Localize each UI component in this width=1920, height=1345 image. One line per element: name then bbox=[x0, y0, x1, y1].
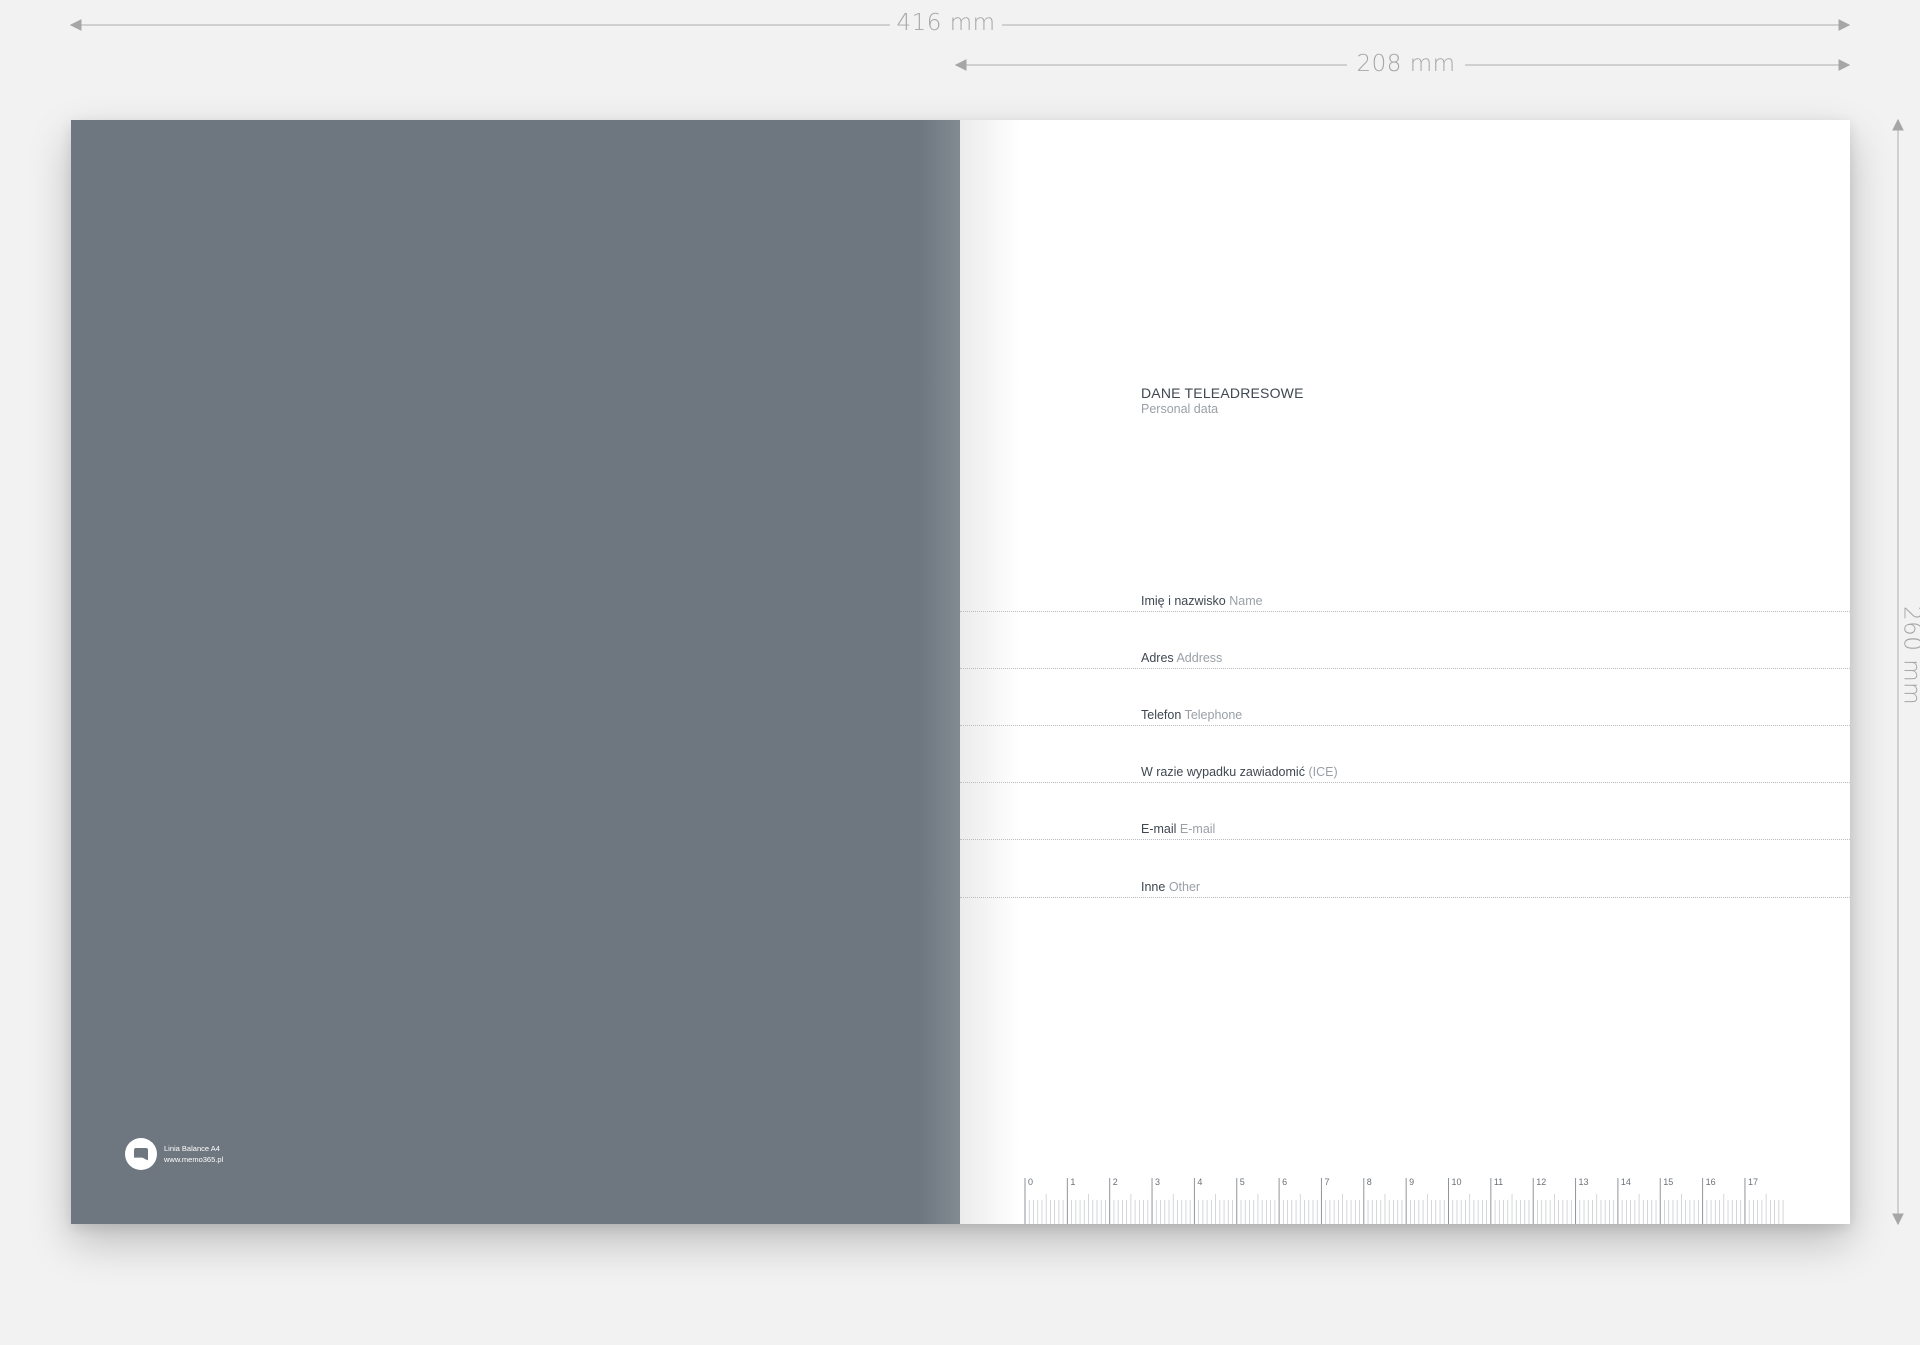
ruler-label: 12 bbox=[1536, 1177, 1546, 1187]
field-label-en: (ICE) bbox=[1308, 765, 1338, 779]
field-label: Inne Other bbox=[1141, 880, 1200, 894]
brand-line-name: Linia Balance A4 bbox=[164, 1144, 220, 1153]
brand-text: Linia Balance A4 www.memo365.pl bbox=[164, 1143, 223, 1165]
field-other[interactable]: Inne Other bbox=[960, 867, 1850, 898]
field-label-en: Other bbox=[1168, 880, 1201, 894]
field-label-pl: W razie wypadku zawiadomić bbox=[1141, 765, 1305, 779]
field-address[interactable]: Adres Address bbox=[960, 638, 1850, 669]
ruler-label: 3 bbox=[1155, 1177, 1160, 1187]
page-height-label: 260 mm bbox=[1899, 582, 1920, 729]
brand-block: Linia Balance A4 www.memo365.pl bbox=[125, 1138, 223, 1170]
brand-logo-icon bbox=[125, 1138, 157, 1170]
ruler-label: 7 bbox=[1324, 1177, 1329, 1187]
ruler: 0 1 2 3 4 5 6 7 8 9 10 11 12 13 14 15 16 17 bbox=[1024, 1177, 1784, 1224]
field-label-pl: Inne bbox=[1141, 880, 1166, 894]
ruler-label: 2 bbox=[1113, 1177, 1118, 1187]
ruler-label: 11 bbox=[1494, 1177, 1503, 1187]
ruler-label: 13 bbox=[1579, 1177, 1589, 1187]
ruler-label: 16 bbox=[1706, 1177, 1716, 1187]
field-ice[interactable]: W razie wypadku zawiadomić (ICE) bbox=[960, 752, 1850, 783]
ruler-label: 8 bbox=[1367, 1177, 1372, 1187]
page-subtitle: Personal data bbox=[1141, 402, 1219, 416]
field-name[interactable]: Imię i nazwisko Name bbox=[960, 581, 1850, 612]
field-label: E-mail E-mail bbox=[1141, 822, 1215, 836]
ruler-label: 5 bbox=[1240, 1177, 1245, 1187]
field-email[interactable]: E-mail E-mail bbox=[960, 809, 1850, 840]
ruler-label: 17 bbox=[1748, 1177, 1758, 1187]
notebook-spread: Linia Balance A4 www.memo365.pl DANE TEL… bbox=[71, 120, 1850, 1224]
ruler-label: 6 bbox=[1282, 1177, 1287, 1187]
page-title: DANE TELEADRESOWE bbox=[1141, 385, 1304, 401]
brand-line-url: www.memo365.pl bbox=[164, 1155, 224, 1164]
field-label: Imię i nazwisko Name bbox=[1141, 594, 1263, 608]
ruler-label: 15 bbox=[1663, 1177, 1673, 1187]
field-label-en: Name bbox=[1229, 594, 1263, 608]
field-label-pl: Imię i nazwisko bbox=[1141, 594, 1226, 608]
page-width-label: 208 mm bbox=[1347, 53, 1465, 76]
field-label-pl: E-mail bbox=[1141, 822, 1177, 836]
ruler-label: 0 bbox=[1028, 1177, 1033, 1187]
page-heading: DANE TELEADRESOWE Personal data bbox=[1141, 385, 1304, 416]
field-label-en: E-mail bbox=[1179, 822, 1216, 836]
field-telephone[interactable]: Telefon Telephone bbox=[960, 695, 1850, 726]
back-cover: Linia Balance A4 www.memo365.pl bbox=[71, 120, 960, 1224]
personal-data-page: DANE TELEADRESOWE Personal data Imię i n… bbox=[960, 120, 1850, 1224]
ruler-label: 9 bbox=[1409, 1177, 1414, 1187]
ruler-label: 10 bbox=[1452, 1177, 1462, 1187]
field-label: W razie wypadku zawiadomić (ICE) bbox=[1141, 765, 1338, 779]
field-label-pl: Adres bbox=[1141, 651, 1174, 665]
ruler-label: 1 bbox=[1070, 1177, 1075, 1187]
field-label-pl: Telefon bbox=[1141, 708, 1182, 722]
ruler-label: 4 bbox=[1197, 1177, 1202, 1187]
field-label: Adres Address bbox=[1141, 651, 1222, 665]
ruler-label: 14 bbox=[1621, 1177, 1631, 1187]
field-label: Telefon Telephone bbox=[1141, 708, 1242, 722]
spread-width-label: 416 mm bbox=[890, 12, 1002, 35]
field-label-en: Telephone bbox=[1184, 708, 1243, 722]
field-label-en: Address bbox=[1176, 651, 1223, 665]
